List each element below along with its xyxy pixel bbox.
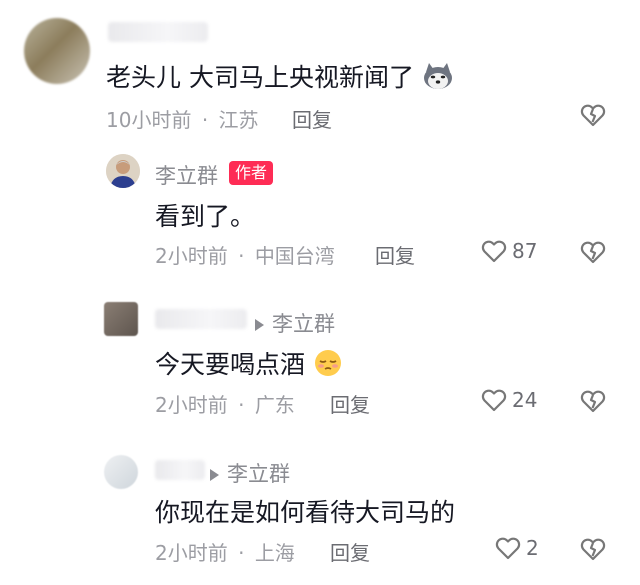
comment-meta: 10小时前 · 江苏 — [106, 104, 259, 133]
avatar[interactable] — [24, 18, 90, 84]
like-button[interactable]: 87 — [480, 238, 537, 264]
avatar[interactable] — [104, 302, 138, 336]
reply-button[interactable]: 回复 — [375, 240, 415, 269]
like-count: 87 — [512, 239, 538, 263]
username-blurred[interactable] — [108, 22, 208, 42]
separator: · — [238, 393, 245, 417]
reply-button[interactable]: 回复 — [330, 537, 370, 566]
heart-icon — [481, 389, 507, 412]
location: 广东 — [254, 393, 295, 417]
location: 上海 — [254, 541, 295, 565]
username-blurred[interactable] — [155, 309, 247, 329]
separator: · — [238, 541, 245, 565]
reply-to-name: 李立群 — [272, 312, 335, 336]
comment-text: 你现在是如何看待大司马的 — [155, 498, 456, 527]
reply-button[interactable]: 回复 — [292, 104, 332, 133]
comment-meta: 2小时前 · 广东 — [155, 389, 295, 418]
comment-text-content: 今天要喝点酒 — [155, 350, 306, 379]
timestamp: 10小时前 — [106, 108, 192, 132]
reply-to[interactable]: 李立群 — [255, 308, 335, 338]
timestamp: 2小时前 — [155, 541, 228, 565]
dislike-icon[interactable] — [579, 387, 607, 415]
comment-meta: 2小时前 · 上海 — [155, 537, 295, 566]
dislike-icon[interactable] — [579, 535, 607, 563]
comment-text: 今天要喝点酒 — [155, 345, 343, 384]
person-icon — [106, 154, 140, 188]
like-button[interactable]: 2 — [494, 535, 539, 561]
like-count: 24 — [512, 388, 538, 412]
play-arrow-icon — [255, 319, 264, 331]
author-badge: 作者 — [229, 161, 274, 185]
author-avatar[interactable] — [106, 154, 140, 188]
location: 中国台湾 — [254, 244, 335, 268]
dislike-icon[interactable] — [579, 101, 607, 129]
reply-button[interactable]: 回复 — [330, 389, 370, 418]
dislike-icon[interactable] — [579, 238, 607, 266]
comment-text-content: 老头儿 大司马上央视新闻了 — [106, 63, 414, 92]
comment-text: 老头儿 大司马上央视新闻了 — [106, 58, 454, 96]
heart-icon — [495, 537, 521, 560]
reply-to-name: 李立群 — [227, 462, 290, 486]
husky-emoji — [422, 62, 454, 96]
sleepy-face-emoji — [313, 348, 343, 384]
username-blurred[interactable] — [155, 460, 205, 480]
timestamp: 2小时前 — [155, 244, 228, 268]
author-name[interactable]: 李立群 — [155, 160, 218, 190]
location: 江苏 — [218, 108, 259, 132]
heart-icon — [481, 240, 507, 263]
comment-meta: 2小时前 · 中国台湾 — [155, 240, 335, 269]
like-count: 2 — [526, 536, 539, 560]
like-button[interactable]: 24 — [480, 387, 537, 413]
separator: · — [238, 244, 245, 268]
avatar[interactable] — [104, 455, 138, 489]
timestamp: 2小时前 — [155, 393, 228, 417]
play-arrow-icon — [210, 469, 219, 481]
separator: · — [201, 108, 209, 132]
reply-to[interactable]: 李立群 — [210, 458, 290, 488]
comment-text: 看到了。 — [155, 202, 256, 231]
